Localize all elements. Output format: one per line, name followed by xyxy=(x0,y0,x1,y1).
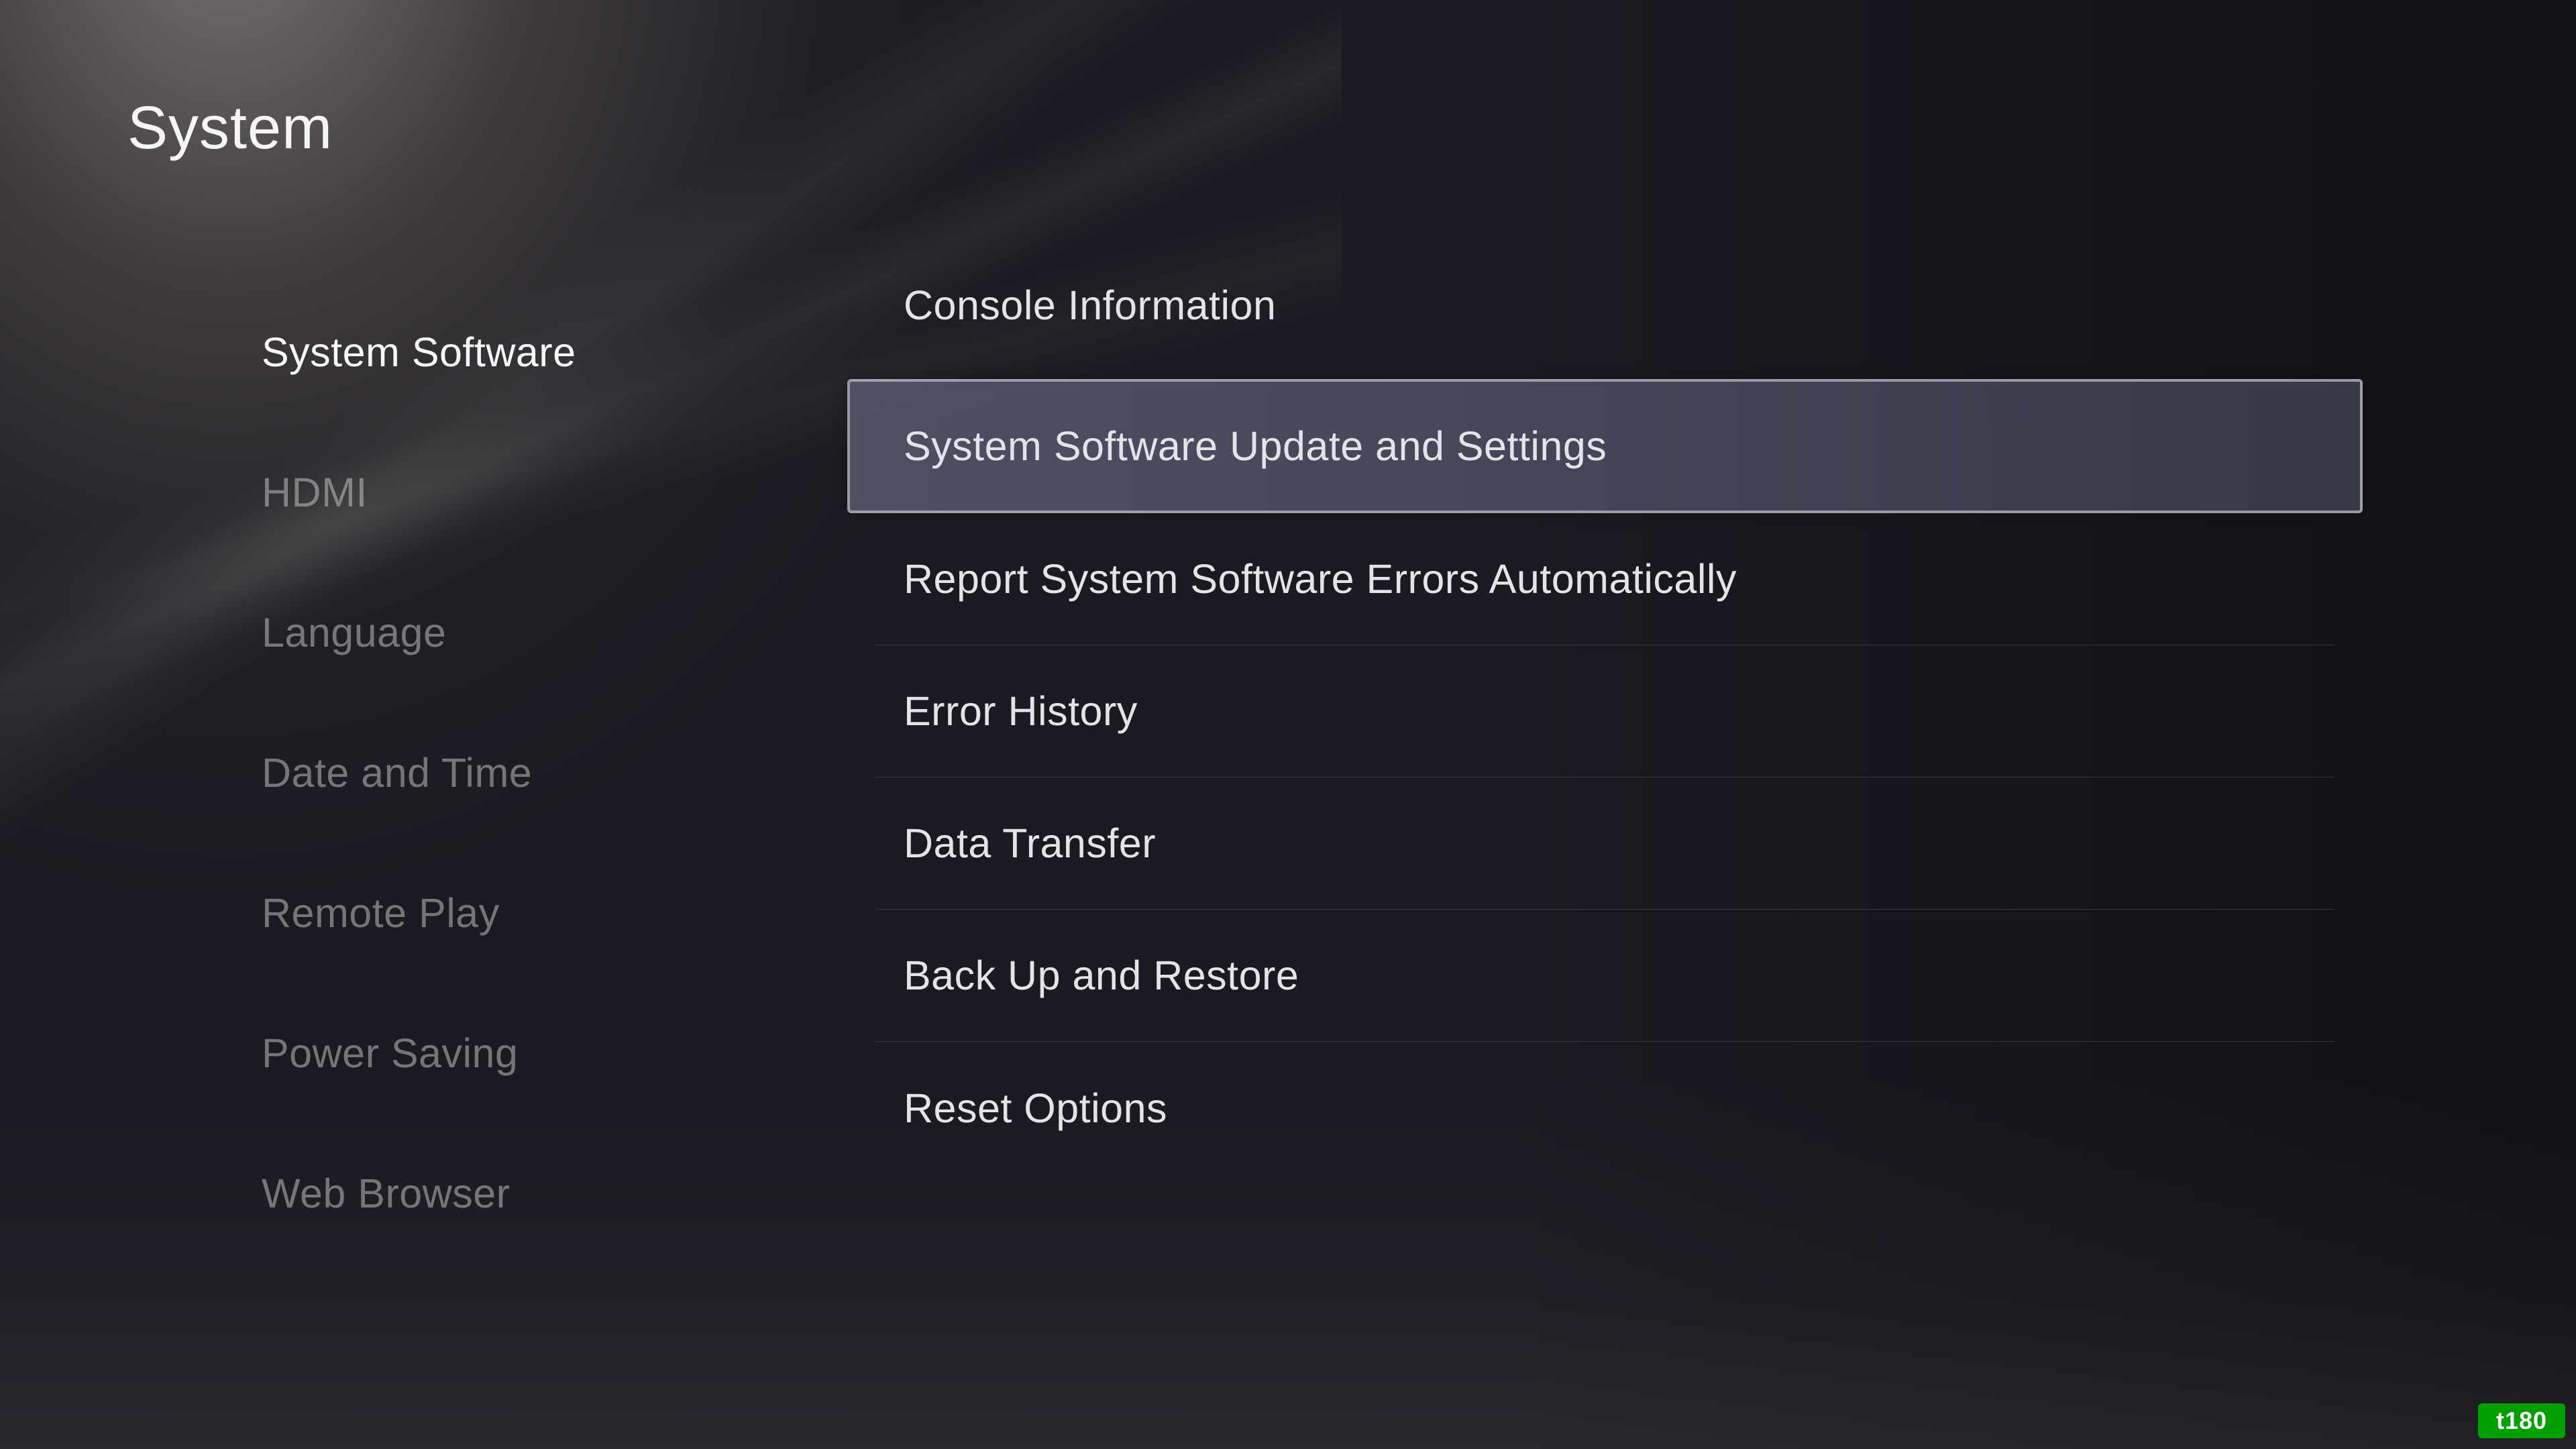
content-panel: Console Information System Software Upda… xyxy=(875,282,2334,1174)
content-item-label: Reset Options xyxy=(904,1085,1167,1132)
content-item-label: Console Information xyxy=(904,282,1276,329)
sidebar: System Software HDMI Language Date and T… xyxy=(262,282,745,1263)
content-item-report-errors[interactable]: Report System Software Errors Automatica… xyxy=(875,513,2334,645)
sidebar-item-hdmi[interactable]: HDMI xyxy=(262,422,745,562)
sidebar-item-remote-play[interactable]: Remote Play xyxy=(262,843,745,983)
content-item-label: Data Transfer xyxy=(904,820,1156,867)
page-title: System xyxy=(127,94,333,163)
content-item-system-software-update[interactable]: System Software Update and Settings xyxy=(847,379,2363,513)
sidebar-item-label: Web Browser xyxy=(262,1170,511,1217)
watermark-text: t180 xyxy=(2496,1407,2547,1435)
sidebar-item-label: Power Saving xyxy=(262,1030,518,1077)
content-item-label: Report System Software Errors Automatica… xyxy=(904,555,1737,602)
sidebar-item-date-and-time[interactable]: Date and Time xyxy=(262,702,745,843)
content-item-error-history[interactable]: Error History xyxy=(875,645,2334,777)
content-item-label: System Software Update and Settings xyxy=(904,423,1607,470)
content-item-label: Error History xyxy=(904,688,1138,735)
sidebar-item-system-software[interactable]: System Software xyxy=(262,282,745,422)
sidebar-item-label: Date and Time xyxy=(262,749,532,796)
content-item-label: Back Up and Restore xyxy=(904,952,1299,999)
content-item-reset-options[interactable]: Reset Options xyxy=(875,1042,2334,1174)
sidebar-item-web-browser[interactable]: Web Browser xyxy=(262,1123,745,1263)
sidebar-item-label: System Software xyxy=(262,329,576,376)
watermark-badge: t180 xyxy=(2478,1403,2565,1438)
sidebar-item-label: Remote Play xyxy=(262,890,500,936)
sidebar-item-power-saving[interactable]: Power Saving xyxy=(262,983,745,1123)
sidebar-item-label: Language xyxy=(262,609,446,656)
sidebar-item-label: HDMI xyxy=(262,469,368,516)
content-item-data-transfer[interactable]: Data Transfer xyxy=(875,777,2334,910)
content-item-back-up-restore[interactable]: Back Up and Restore xyxy=(875,910,2334,1042)
content-item-console-information[interactable]: Console Information xyxy=(875,282,2334,379)
sidebar-item-language[interactable]: Language xyxy=(262,562,745,702)
